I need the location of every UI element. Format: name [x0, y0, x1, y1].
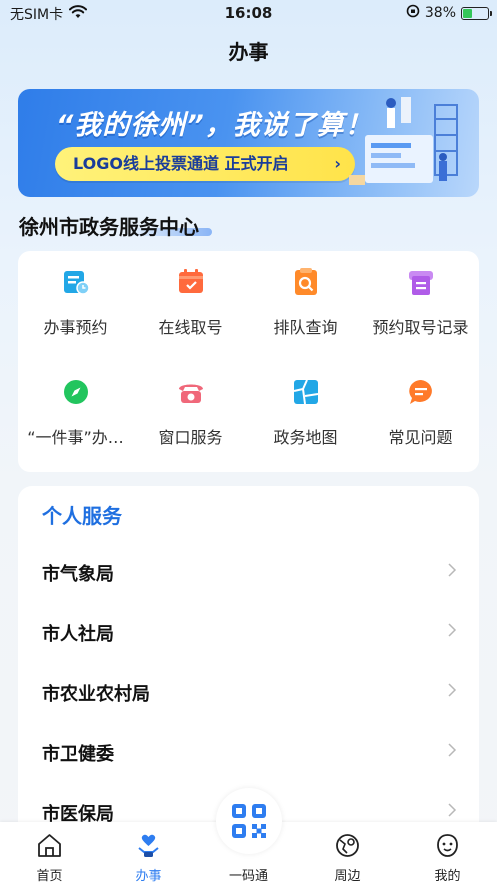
- service-label: 办事预约: [43, 318, 108, 337]
- tab-banshi[interactable]: 办事: [99, 822, 198, 883]
- service-appointment[interactable]: 办事预约: [18, 251, 133, 341]
- banner-illustration: [339, 95, 469, 191]
- list-item-label: 市农业农村局: [42, 684, 150, 705]
- service-one-thing[interactable]: “一件事”办…: [18, 361, 133, 451]
- list-item[interactable]: 市人社局: [18, 602, 479, 662]
- list-item-label: 市人社局: [42, 624, 114, 645]
- page-title: 办事: [228, 40, 269, 64]
- tab-label: 首页: [36, 869, 63, 883]
- service-faq[interactable]: 常见问题: [363, 361, 478, 451]
- list-item-label: 市气象局: [42, 564, 114, 585]
- banner-pill-text: LOGO线上投票通道 正式开启: [73, 154, 289, 173]
- service-label: “一件事”办…: [27, 428, 124, 447]
- tab-label: 我的: [434, 869, 461, 883]
- qr-code-icon: [232, 804, 266, 838]
- services-grid: 办事预约 在线取号 排队查询 预约取号记录 “一件事”办… 窗口服务 政务地图 …: [18, 251, 479, 472]
- chevron-right-icon: [448, 623, 457, 637]
- service-online-ticket[interactable]: 在线取号: [133, 251, 248, 341]
- battery-level: [463, 8, 473, 18]
- service-label: 排队查询: [273, 318, 338, 337]
- list-item-label: 市卫健委: [42, 744, 114, 765]
- personal-services-title: 个人服务: [42, 504, 122, 528]
- chevron-right-icon: [448, 743, 457, 757]
- tab-home[interactable]: 首页: [0, 822, 99, 883]
- smiley-icon: [437, 834, 458, 857]
- service-ticket-records[interactable]: 预约取号记录: [363, 251, 478, 341]
- orientation-lock-icon: [406, 4, 420, 22]
- battery-icon: [461, 6, 492, 20]
- tab-label: 一码通: [228, 869, 268, 883]
- service-window[interactable]: 窗口服务: [133, 361, 248, 451]
- section-title: 徐州市政务服务中心: [19, 215, 199, 239]
- map-icon: [291, 377, 321, 407]
- tab-label: 周边: [334, 869, 361, 883]
- list-item[interactable]: 市气象局: [18, 542, 479, 602]
- banner-title: “我的徐州”，我说了算！: [56, 110, 373, 141]
- tab-nearby[interactable]: 周边: [298, 822, 397, 883]
- queue-search-icon: [291, 267, 321, 297]
- banner-vote-button[interactable]: LOGO线上投票通道 正式开启 ›: [55, 147, 355, 181]
- chat-bubble-icon: [406, 377, 436, 407]
- service-label: 在线取号: [158, 318, 223, 337]
- service-label: 常见问题: [388, 428, 453, 447]
- chevron-right-icon: [448, 803, 457, 817]
- service-label: 窗口服务: [158, 428, 223, 447]
- tab-label: 办事: [135, 869, 162, 883]
- calendar-clock-icon: [61, 267, 91, 297]
- home-icon: [38, 834, 61, 857]
- service-label: 预约取号记录: [372, 318, 469, 337]
- battery-percent: 38%: [424, 5, 456, 21]
- printer-record-icon: [406, 267, 436, 297]
- status-bar: 无SIM卡 16:08 38%: [0, 0, 497, 26]
- qr-code-button[interactable]: [216, 788, 282, 854]
- promo-banner[interactable]: “我的徐州”，我说了算！ LOGO线上投票通道 正式开启 ›: [18, 89, 479, 197]
- list-item[interactable]: 市卫健委: [18, 722, 479, 782]
- service-queue-query[interactable]: 排队查询: [248, 251, 363, 341]
- compass-icon: [61, 377, 91, 407]
- service-label: 政务地图: [273, 428, 338, 447]
- service-gov-map[interactable]: 政务地图: [248, 361, 363, 451]
- handshake-heart-icon: [138, 834, 159, 857]
- location-map-icon: [336, 834, 359, 857]
- tab-mine[interactable]: 我的: [398, 822, 497, 883]
- chevron-right-icon: [448, 563, 457, 577]
- ticket-icon: [176, 267, 206, 297]
- status-right: 38%: [406, 4, 492, 22]
- chevron-right-icon: [448, 683, 457, 697]
- list-item[interactable]: 市农业农村局: [18, 662, 479, 722]
- telephone-icon: [176, 377, 206, 407]
